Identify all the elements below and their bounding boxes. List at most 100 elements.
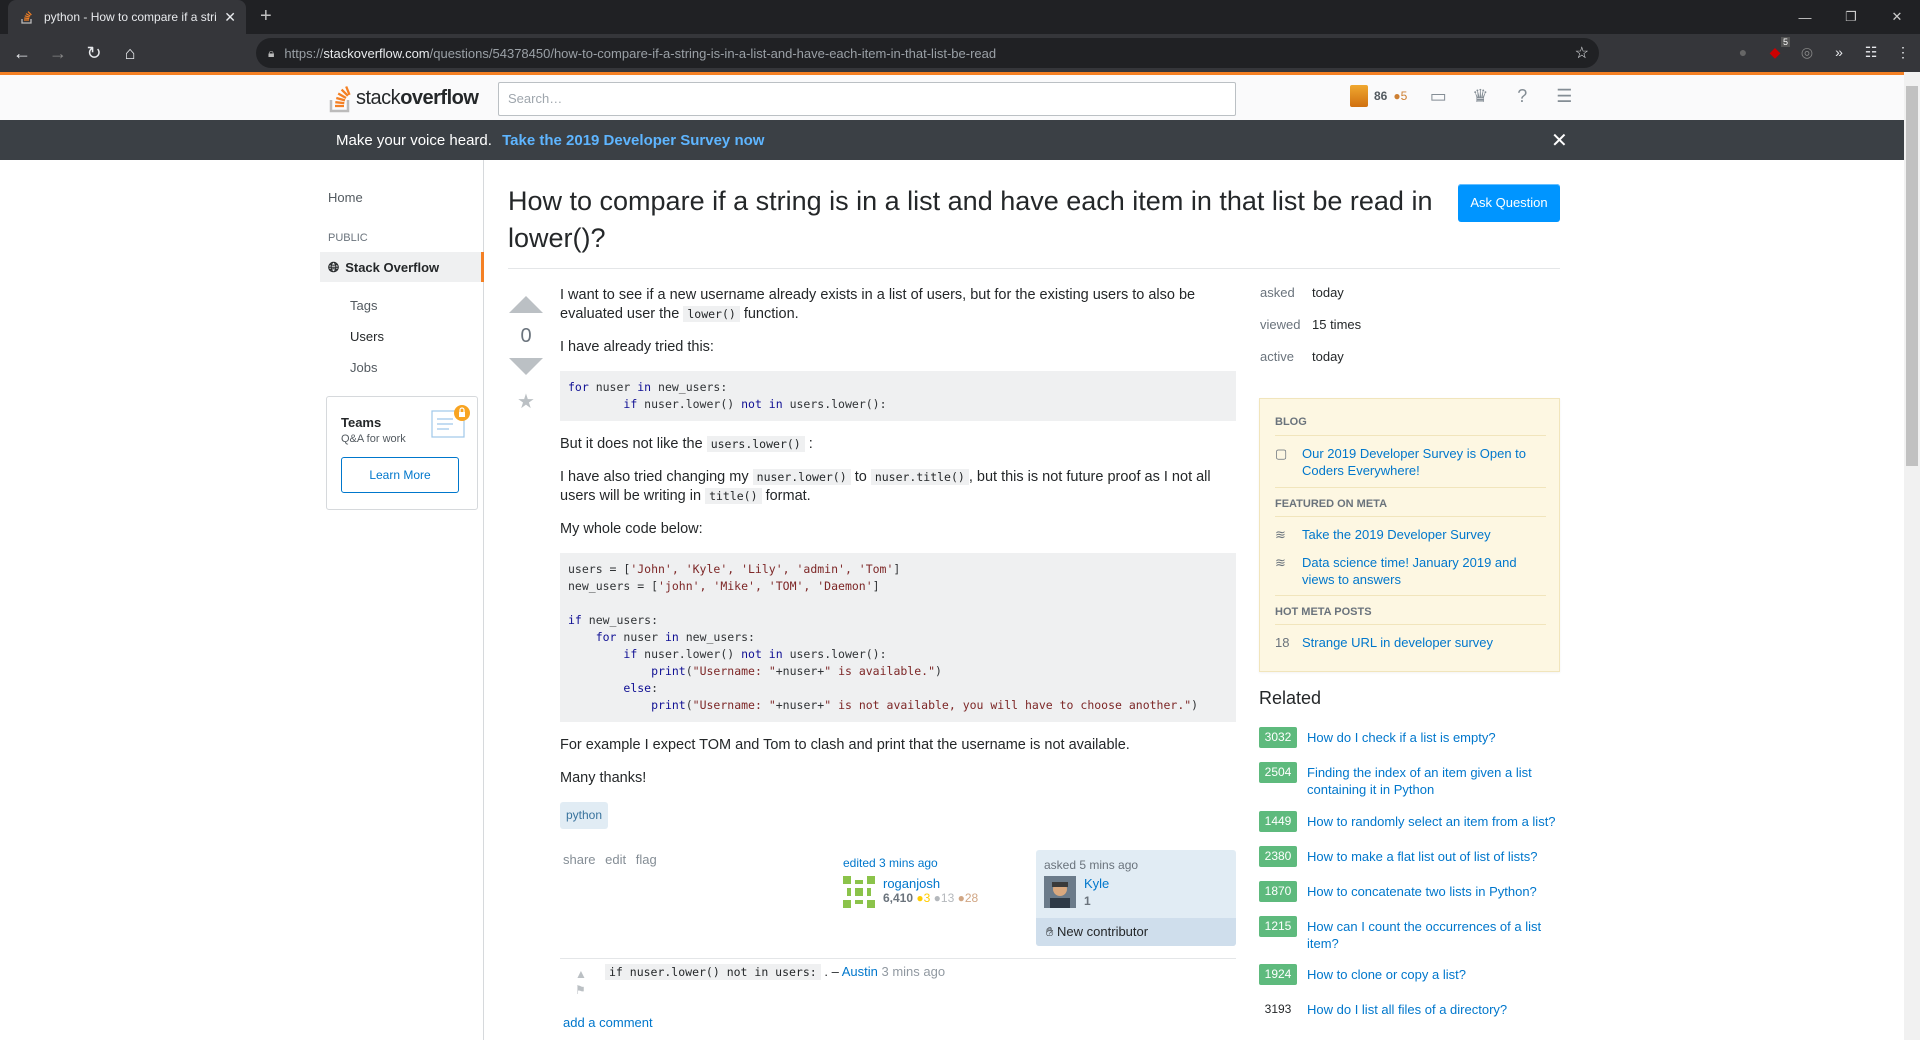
flag-link[interactable]: flag xyxy=(636,852,657,867)
new-contributor-badge[interactable]: ✋︎ New contributor xyxy=(1036,918,1236,946)
add-comment-link[interactable]: add a comment xyxy=(563,1015,653,1030)
banner-close-icon[interactable]: ✕ xyxy=(1551,128,1568,153)
browser-tabbar: python - How to compare if a stri ✕ + — … xyxy=(0,0,1920,34)
bookmark-star-icon[interactable]: ☆ xyxy=(1575,43,1589,63)
menu-icon[interactable]: ⋮ xyxy=(1894,43,1912,61)
search-input[interactable]: Search… xyxy=(498,82,1236,116)
maximize-icon[interactable]: ❐ xyxy=(1828,0,1874,34)
related-item[interactable]: 1215 How can I count the occurrences of a… xyxy=(1259,916,1559,952)
so-logo[interactable]: stackoverflow xyxy=(328,83,479,113)
upvote-icon[interactable] xyxy=(509,296,543,313)
stackoverflow-icon: ≋ xyxy=(1275,555,1286,570)
browser-toolbar: ← → ↻ ⌂ 🔒︎ https://stackoverflow.com/que… xyxy=(0,34,1920,72)
so-logo-icon xyxy=(329,86,351,113)
related-item[interactable]: 1870 How to concatenate two lists in Pyth… xyxy=(1259,881,1559,902)
ask-question-button[interactable]: Ask Question xyxy=(1458,184,1560,222)
window-controls: — ❐ ✕ xyxy=(1782,0,1920,34)
achievements-icon[interactable]: ♛ xyxy=(1469,85,1491,107)
learn-more-button[interactable]: Learn More xyxy=(341,457,459,493)
extension-circle-icon[interactable]: ◎ xyxy=(1798,43,1816,61)
left-sidebar: Home PUBLIC 🌐︎ Stack Overflow Tags Users… xyxy=(320,160,484,1040)
forward-icon[interactable]: → xyxy=(44,39,72,67)
vote-cell: 0 ★ xyxy=(508,290,544,414)
browser-tab[interactable]: python - How to compare if a stri ✕ xyxy=(8,0,246,34)
user-avatar xyxy=(1350,85,1368,107)
related-item[interactable]: 1449 How to randomly select an item from … xyxy=(1259,811,1559,832)
post-paragraph: I have already tried this: xyxy=(560,339,714,355)
related-item[interactable]: 3193 How do I list all files of a directo… xyxy=(1259,999,1559,1020)
page-scrollbar[interactable] xyxy=(1904,72,1920,1040)
featured-heading: FEATURED ON META xyxy=(1275,498,1388,510)
editor-name[interactable]: roganjosh xyxy=(883,876,978,891)
hot-meta-heading: HOT META POSTS xyxy=(1275,606,1372,618)
extension-box-icon[interactable]: ☷ xyxy=(1862,43,1880,61)
comment-code: if nuser.lower() not in users: xyxy=(605,964,821,980)
comment-upvote-icon[interactable]: ▲ xyxy=(575,966,587,982)
nav-tags[interactable]: Tags xyxy=(350,298,377,313)
related-item[interactable]: 2380 How to make a flat list out of list … xyxy=(1259,846,1559,867)
site-switcher-icon[interactable]: ☰ xyxy=(1553,85,1575,107)
nav-users[interactable]: Users xyxy=(350,329,384,344)
teams-promo: Teams Q&A for work Learn More xyxy=(326,396,478,510)
question-body: I want to see if a new username already … xyxy=(560,286,1236,829)
tab-close-icon[interactable]: ✕ xyxy=(224,9,236,26)
meta-item[interactable]: ≋ Take the 2019 Developer Survey xyxy=(1275,526,1545,543)
edited-link[interactable]: edited 3 mins ago xyxy=(843,856,938,870)
nav-jobs[interactable]: Jobs xyxy=(350,360,377,375)
meta-item[interactable]: ≋ Data science time! January 2019 and vi… xyxy=(1275,554,1545,588)
user-rep[interactable]: 86 ●5 xyxy=(1350,85,1407,107)
owner-name[interactable]: Kyle xyxy=(1084,876,1109,891)
ublock-icon[interactable]: ◆ 5 xyxy=(1766,37,1790,61)
url-text: https://stackoverflow.com/questions/5437… xyxy=(284,45,997,61)
divider xyxy=(508,268,1560,269)
owner-signature: asked 5 mins ago Kyle 1 ✋︎ New contribut… xyxy=(1036,850,1236,946)
code-block: users = ['John', 'Kyle', 'Lily', 'admin'… xyxy=(560,553,1236,722)
edit-link[interactable]: edit xyxy=(605,852,626,867)
reload-icon[interactable]: ↻ xyxy=(80,39,108,67)
nav-home[interactable]: Home xyxy=(328,190,363,205)
address-bar[interactable]: 🔒︎ https://stackoverflow.com/questions/5… xyxy=(256,38,1599,68)
help-icon[interactable]: ? xyxy=(1511,85,1533,107)
scrollbar-thumb[interactable] xyxy=(1906,86,1918,466)
close-window-icon[interactable]: ✕ xyxy=(1874,0,1920,34)
stackoverflow-icon: ≋ xyxy=(1275,527,1286,542)
favorite-star-icon[interactable]: ★ xyxy=(508,389,544,414)
minimize-icon[interactable]: — xyxy=(1782,0,1828,34)
question-title[interactable]: How to compare if a string is in a list … xyxy=(508,183,1448,257)
wave-icon: ✋︎ xyxy=(1046,924,1054,939)
more-extensions-icon[interactable]: » xyxy=(1830,43,1848,61)
post-paragraph: I want to see if a new username already … xyxy=(560,287,1196,322)
extensions: ● ◆ 5 ◎ » ☷ ⋮ xyxy=(1734,37,1912,61)
lock-icon: 🔒︎ xyxy=(268,45,275,60)
new-tab-icon[interactable]: + xyxy=(260,5,272,28)
downvote-icon[interactable] xyxy=(509,358,543,375)
topbar-right: 86 ●5 ▭ ♛ ? ☰ xyxy=(1350,85,1575,107)
related-item[interactable]: 3032 How do I check if a list is empty? xyxy=(1259,727,1559,748)
tab-title: python - How to compare if a stri xyxy=(44,10,217,24)
inbox-icon[interactable]: ▭ xyxy=(1427,85,1449,107)
post-paragraph: I have also tried changing my nuser.lowe… xyxy=(560,469,1211,504)
nav-public-heading: PUBLIC xyxy=(328,232,368,244)
tag-python[interactable]: python xyxy=(560,802,609,829)
comment-author[interactable]: Austin xyxy=(842,964,878,979)
blog-item[interactable]: ▢ Our 2019 Developer Survey is Open to C… xyxy=(1275,445,1545,479)
survey-banner: Make your voice heard. Take the 2019 Dev… xyxy=(0,120,1904,160)
post-menu: share edit flag xyxy=(563,852,663,867)
survey-link[interactable]: Take the 2019 Developer Survey now xyxy=(502,132,764,149)
share-link[interactable]: share xyxy=(563,852,596,867)
editor-signature: edited 3 mins ago roganjosh 6,410 ●3 ●13… xyxy=(843,856,1023,908)
back-icon[interactable]: ← xyxy=(8,39,36,67)
comment-flag-icon[interactable]: ⚑ xyxy=(575,982,587,998)
nav-stackoverflow[interactable]: 🌐︎ Stack Overflow xyxy=(320,252,484,282)
related-item[interactable]: 2504 Finding the index of an item given a… xyxy=(1259,762,1559,798)
related-item[interactable]: 1924 How to clone or copy a list? xyxy=(1259,964,1559,985)
post-paragraph: For example I expect TOM and Tom to clas… xyxy=(560,737,1130,753)
extension-icon[interactable]: ● xyxy=(1734,43,1752,61)
avatar[interactable] xyxy=(843,876,875,908)
home-icon[interactable]: ⌂ xyxy=(116,39,144,67)
speech-bubble-icon: ▢ xyxy=(1275,446,1288,461)
globe-icon: 🌐︎ xyxy=(328,258,340,275)
hot-meta-item[interactable]: 18 Strange URL in developer survey xyxy=(1275,634,1545,651)
avatar[interactable] xyxy=(1044,876,1076,908)
related-heading: Related xyxy=(1259,688,1322,708)
